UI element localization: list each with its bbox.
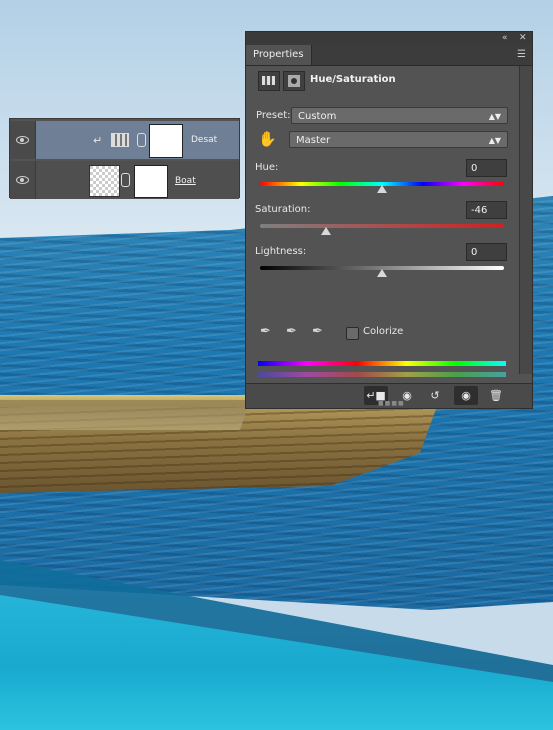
preset-dropdown[interactable]: Custom ▲▼ (291, 107, 508, 124)
hue-label: Hue: (255, 162, 279, 173)
boat-interior (0, 400, 250, 430)
trash-icon[interactable]: 🗑 (484, 386, 508, 405)
panel-scrollbar[interactable] (519, 66, 532, 374)
properties-body: Hue/Saturation Preset: Custom ▲▼ ✋ Maste… (246, 66, 520, 377)
eyedropper-plus-icon[interactable]: ✒ (286, 324, 297, 339)
saturation-slider[interactable] (260, 224, 504, 228)
colorize-checkbox[interactable] (346, 327, 359, 340)
eyedropper-minus-icon[interactable]: ✒ (312, 324, 323, 339)
adjustment-layer-icon[interactable] (258, 71, 280, 91)
visibility-eye-icon[interactable]: ◉ (454, 386, 478, 405)
saturation-label: Saturation: (255, 204, 311, 215)
properties-panel: « ✕ Properties ☰ Hue/Saturation Preset: … (245, 31, 533, 409)
layer-mask-thumbnail[interactable] (149, 124, 183, 158)
saturation-slider-thumb[interactable] (320, 227, 331, 235)
channel-dropdown[interactable]: Master ▲▼ (289, 131, 508, 148)
lightness-label: Lightness: (255, 246, 307, 257)
lightness-input[interactable]: 0 (466, 243, 507, 261)
panel-footer: ↵■ ◉ ↺ ◉ 🗑 ■■■■ (246, 383, 532, 408)
layer-thumbnail[interactable] (89, 165, 120, 197)
eyedropper-icon[interactable]: ✒ (260, 324, 271, 339)
hue-saturation-adjustment-icon (111, 133, 129, 147)
adjustment-title: Hue/Saturation (310, 74, 396, 85)
colorize-label: Colorize (363, 326, 404, 337)
layer-row-desat[interactable]: ↵ Desat (10, 121, 239, 159)
eye-icon (16, 136, 29, 144)
up-down-arrow-icon: ▲▼ (488, 136, 501, 145)
chain-link-icon[interactable] (137, 133, 146, 147)
result-color-bar (258, 372, 506, 377)
lightness-slider-thumb[interactable] (377, 269, 387, 277)
hue-slider-thumb[interactable] (377, 185, 387, 193)
panel-top-bar: « ✕ (246, 32, 532, 45)
mask-icon[interactable] (283, 71, 305, 91)
double-chevron-icon[interactable]: « (502, 33, 508, 43)
targeted-adjustment-hand-icon[interactable]: ✋ (258, 130, 277, 148)
panel-menu-icon[interactable]: ☰ (517, 49, 526, 60)
panel-tab-bar: Properties ☰ (246, 45, 532, 66)
saturation-input[interactable]: -46 (466, 201, 507, 219)
layer-visibility-toggle[interactable] (10, 121, 36, 159)
hue-input[interactable]: 0 (466, 159, 507, 177)
preset-value: Custom (298, 111, 337, 122)
preset-label: Preset: (256, 110, 291, 121)
resize-grip[interactable]: ■■■■ (378, 400, 405, 407)
source-color-bar (258, 361, 506, 366)
layer-name: Boat (175, 176, 196, 186)
layers-panel: ↵ Desat Boat (9, 118, 240, 199)
layer-row-boat[interactable]: Boat (10, 161, 239, 199)
eye-icon (16, 176, 29, 184)
layer-visibility-toggle[interactable] (10, 161, 36, 199)
up-down-arrow-icon: ▲▼ (488, 112, 501, 121)
reset-icon[interactable]: ↺ (423, 386, 447, 405)
close-icon[interactable]: ✕ (519, 33, 527, 43)
chain-link-icon[interactable] (121, 173, 130, 187)
channel-value: Master (296, 135, 331, 146)
layer-name: Desat (191, 135, 218, 145)
clip-arrow-icon: ↵ (93, 134, 103, 147)
layer-mask-thumbnail[interactable] (134, 165, 168, 198)
tab-properties[interactable]: Properties (246, 45, 312, 65)
